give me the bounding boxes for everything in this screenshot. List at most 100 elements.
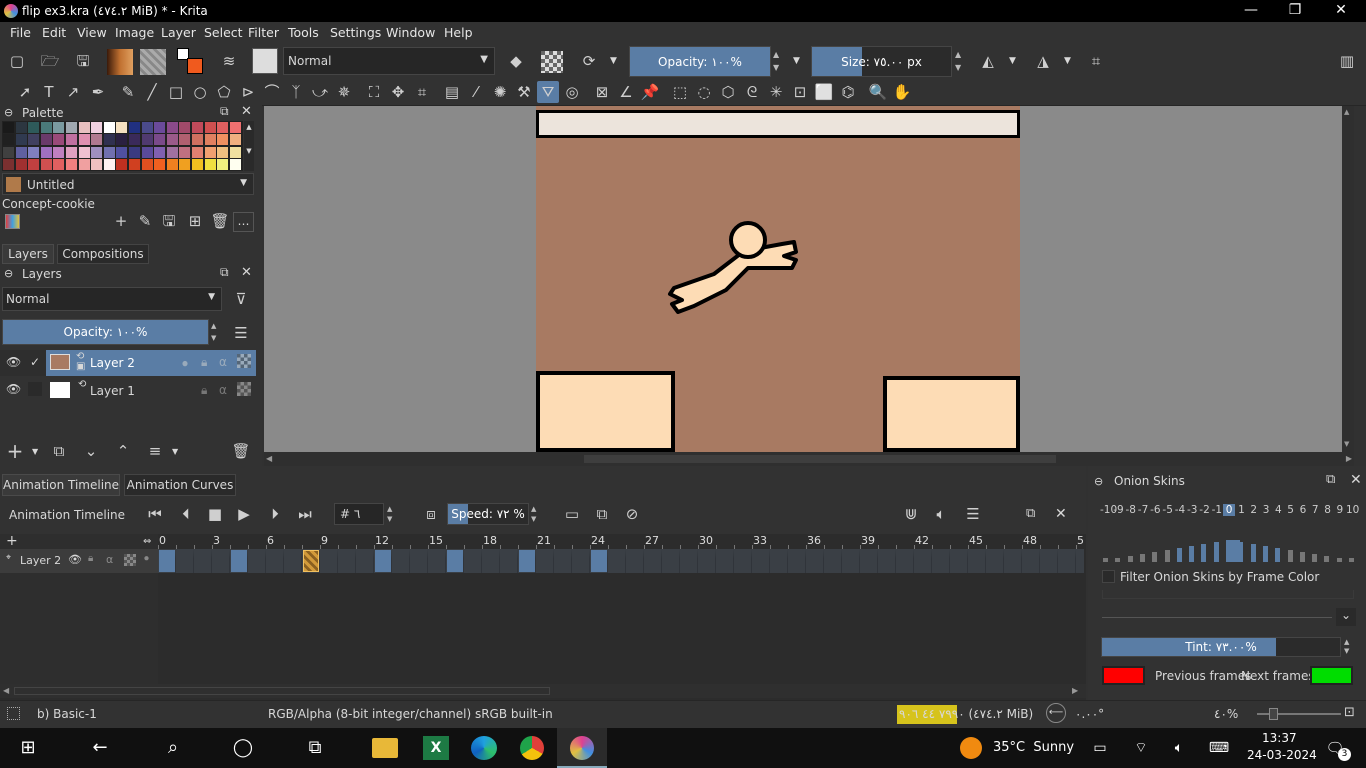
next-frames-color[interactable] [1310,666,1353,685]
scroll-left-icon[interactable]: ◀ [266,454,272,463]
layer-row-1[interactable]: 👁 ⟲ Layer 1 🔒︎ α [0,377,256,403]
onion-bar[interactable] [1139,554,1145,562]
onion-bar[interactable] [1287,550,1293,562]
new-document-icon[interactable]: ▢ [6,50,28,72]
palette-swatch[interactable] [166,134,178,146]
menu-tools[interactable]: Tools [288,25,319,40]
size-spin-icon[interactable]: ▲ ▼ [955,48,961,74]
frame-cell[interactable] [842,549,860,573]
palette-swatch[interactable] [78,134,90,146]
zoom-tool-icon[interactable]: 🔍 [867,81,889,103]
timeline-menu-icon[interactable]: ☰ [962,503,984,525]
frame-cell[interactable] [482,549,500,573]
palette-swatch[interactable] [78,122,90,133]
windows-start-icon[interactable]: ⊞ [15,736,41,760]
onion-frame-number[interactable]: -8 [1125,504,1137,516]
preserve-alpha-icon[interactable] [541,51,563,73]
edit-icon[interactable]: ✎ [134,210,156,232]
rect-select-icon[interactable]: ⬚ [669,81,691,103]
bezier-tool-icon[interactable]: ⌒ [261,81,283,103]
assistant-tool-icon[interactable]: ⊠ [591,81,613,103]
palette-swatch[interactable] [103,146,115,158]
gradient-tool-icon[interactable]: ▤ [441,81,463,103]
tab-animation-curves[interactable]: Animation Curves [124,474,236,496]
excel-icon[interactable]: X [423,736,449,760]
frame-cell[interactable] [1076,549,1084,573]
add-layer-icon[interactable]: + [6,533,18,549]
menu-file[interactable]: File [10,25,31,40]
frame-cell[interactable] [1022,549,1040,573]
chevron-down-icon[interactable]: ▼ [793,56,800,66]
palette-swatch[interactable] [229,158,241,170]
onion-lock-icon[interactable]: ⊖ [1094,475,1103,488]
onion-opacity-bars[interactable] [1100,524,1358,564]
palette-swatch[interactable] [3,134,14,146]
menu-image[interactable]: Image [115,25,154,40]
polyline-tool-icon[interactable]: ⊳ [237,81,259,103]
palette-swatch[interactable] [40,134,52,146]
volume-icon[interactable]: 🔈︎ [1166,736,1192,760]
palette-swatch[interactable] [154,134,166,146]
frame-cell[interactable] [950,549,968,573]
clock-time[interactable]: 13:37 [1262,731,1297,745]
onion-frame-number[interactable]: 4 [1272,504,1284,516]
speed-slider[interactable]: Speed: ٧٢ % [447,503,529,525]
horizontal-scrollbar[interactable]: ◀ ▶ [264,452,1354,466]
brush-preset-swatch[interactable] [252,48,278,74]
palette-swatch[interactable] [103,158,115,170]
palette-swatch[interactable] [116,158,128,170]
palette-swatch[interactable] [15,146,27,158]
grid-icon[interactable]: ⊞ [184,210,206,232]
frame-cell[interactable] [392,549,410,573]
palette-swatch[interactable] [78,146,90,158]
onion-skin-icon[interactable]: ⋓ [900,503,922,525]
frame-cell[interactable] [860,549,878,573]
frame-cell[interactable] [878,549,896,573]
layer-row-2[interactable]: 👁 ✓ ⟲ ▣ Layer 2 ⦁ 🔒︎ α [0,350,256,376]
palette-swatch[interactable] [53,134,65,146]
frame-cell[interactable] [176,549,194,573]
frame-cell[interactable] [1058,549,1076,573]
chrome-icon[interactable] [520,736,544,760]
palette-swatch[interactable] [53,122,65,133]
frame-cell[interactable] [932,549,950,573]
onion-frame-number[interactable]: 3 [1260,504,1272,516]
frame-cell[interactable] [896,549,914,573]
fullscreen-icon[interactable]: ⊡ [1344,705,1355,720]
freehand-select-icon[interactable]: ᘓ [741,81,763,103]
palette-swatch[interactable] [66,146,77,158]
frame-spin-icon[interactable]: ▲ ▼ [387,504,392,524]
scroll-up-icon[interactable]: ▲ [1344,108,1349,116]
palette-swatch[interactable] [204,134,216,146]
drop-frames-icon[interactable]: ⧈ [420,503,442,525]
save-document-icon[interactable]: 🖫 [72,50,94,72]
delete-icon[interactable]: 🗑 [209,210,231,232]
keyframe[interactable] [375,550,391,572]
audio-icon[interactable]: 🔈︎ [930,503,952,525]
scroll-right-icon[interactable]: ▶ [1346,454,1352,463]
palette-swatch[interactable] [229,122,241,133]
onion-frame-number[interactable]: 7 [1309,504,1321,516]
back-icon[interactable]: ← [87,736,113,760]
canvas-image[interactable] [536,106,1020,452]
scroll-thumb[interactable] [584,455,1056,463]
onion-bar[interactable] [1275,548,1281,562]
palette-swatch[interactable] [15,134,27,146]
select-shapes-icon[interactable]: ➚ [14,81,36,103]
layer-name[interactable]: Layer 2 [90,356,135,370]
lock-icon[interactable]: 🔒︎ [201,355,207,370]
onion-frame-number[interactable]: 0 [1223,504,1236,516]
tab-layers[interactable]: Layers [2,244,54,264]
palette-swatch[interactable] [116,134,128,146]
add-frame-icon[interactable]: ▭ [561,503,583,525]
float-icon[interactable]: ⧉ [1026,506,1035,521]
more-button[interactable]: … [233,212,254,232]
onion-bar[interactable] [1201,544,1207,562]
frame-cell[interactable] [626,549,644,573]
palette-swatch[interactable] [28,122,40,133]
onion-bar[interactable] [1336,558,1342,562]
palette-swatch[interactable] [78,158,90,170]
palette-swatch[interactable] [91,146,103,158]
onion-frame-number[interactable]: -2 [1198,504,1210,516]
rotation-icon[interactable]: ⟵ [1046,703,1066,723]
